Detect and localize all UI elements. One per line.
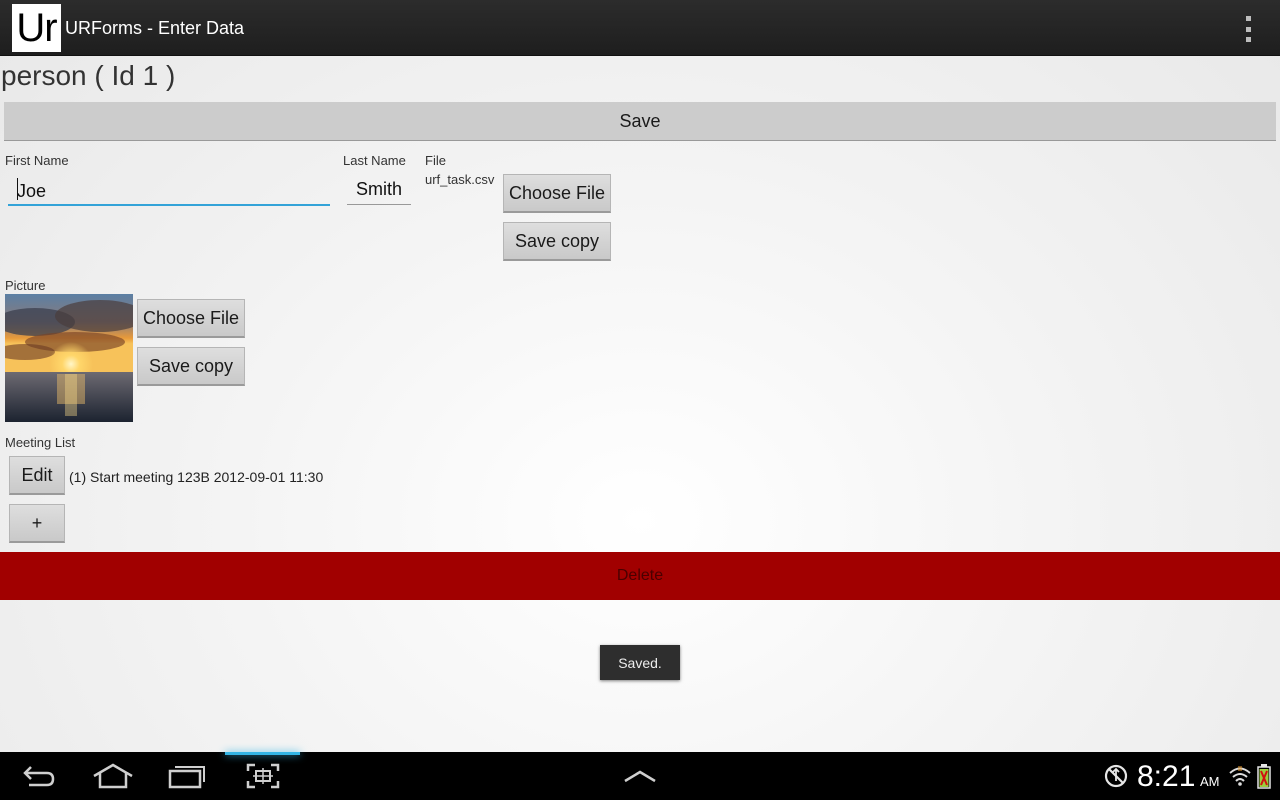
- file-save-copy-button[interactable]: Save copy: [503, 222, 611, 261]
- file-name: urf_task.csv: [425, 172, 495, 187]
- meeting-list-label: Meeting List: [5, 435, 76, 450]
- toast-message: Saved.: [600, 645, 680, 680]
- sunset-image-icon: [5, 294, 133, 422]
- back-icon[interactable]: [16, 752, 62, 800]
- first-name-field[interactable]: [8, 172, 330, 206]
- text-cursor: [17, 178, 18, 200]
- picture-choose-button[interactable]: Choose File: [137, 299, 245, 338]
- clock: 8:21: [1137, 760, 1196, 793]
- screenshot-icon[interactable]: [240, 752, 286, 800]
- meeting-edit-button[interactable]: Edit: [9, 456, 65, 495]
- save-button[interactable]: Save: [4, 102, 1276, 141]
- first-name-label: First Name: [5, 153, 69, 168]
- home-icon[interactable]: [90, 752, 136, 800]
- picture-save-copy-button[interactable]: Save copy: [137, 347, 245, 386]
- wifi-icon: [1228, 752, 1252, 800]
- last-name-label: Last Name: [343, 153, 406, 168]
- file-label: File: [425, 153, 446, 168]
- app-logo: Ur: [12, 4, 61, 52]
- last-name-field[interactable]: [347, 174, 411, 205]
- clock-ampm: AM: [1200, 774, 1220, 789]
- app-title: URForms - Enter Data: [65, 18, 245, 38]
- file-choose-button[interactable]: Choose File: [503, 174, 611, 213]
- overflow-menu-icon[interactable]: [1238, 16, 1258, 42]
- action-bar: Ur URForms - Enter Data: [0, 0, 1280, 56]
- picture-label: Picture: [5, 278, 46, 293]
- usb-debug-icon: [1102, 752, 1130, 800]
- add-meeting-button[interactable]: +: [9, 504, 65, 543]
- list-item: (1) Start meeting 123B 2012-09-01 11:30: [69, 469, 324, 485]
- chevron-up-icon[interactable]: [618, 752, 662, 800]
- page-title: person ( Id 1 ): [1, 60, 176, 91]
- delete-button[interactable]: Delete: [0, 552, 1280, 600]
- battery-icon: [1254, 752, 1274, 800]
- recent-apps-icon[interactable]: [164, 752, 210, 800]
- system-nav-bar: 8:21 AM: [0, 752, 1280, 800]
- sunset-picture: [5, 294, 133, 422]
